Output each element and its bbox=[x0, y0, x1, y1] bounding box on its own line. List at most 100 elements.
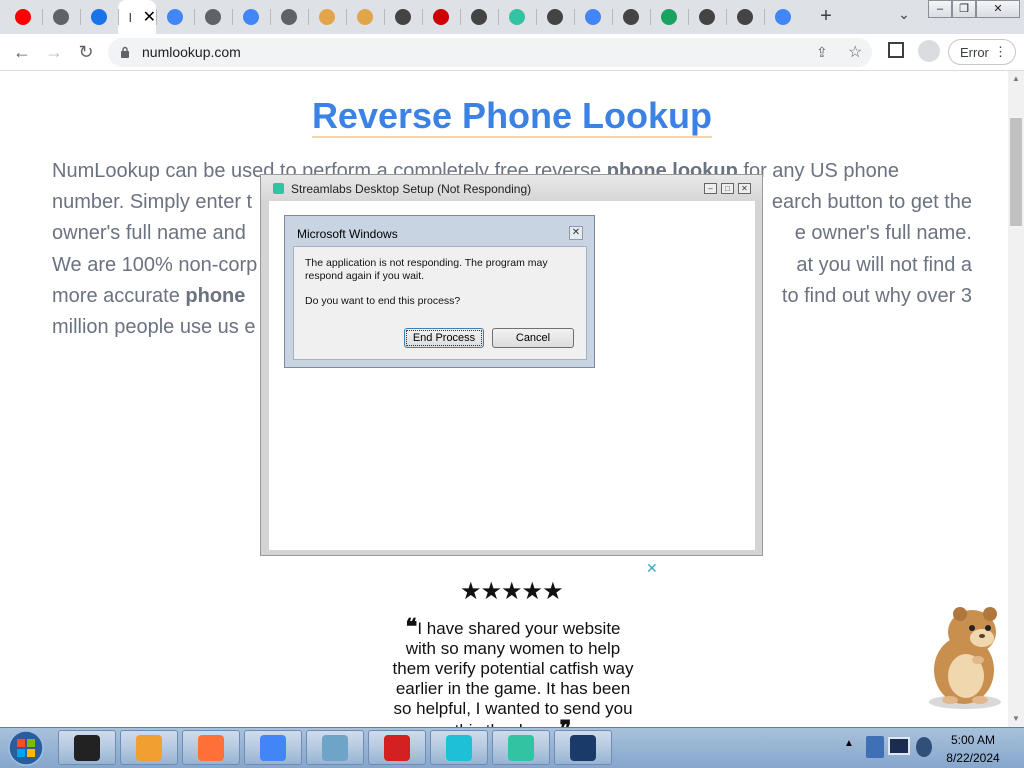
browser-tab[interactable] bbox=[194, 0, 232, 34]
share-icon[interactable]: ⇪ bbox=[816, 44, 828, 61]
tab-search-icon[interactable]: ⌄ bbox=[894, 6, 914, 26]
nr-maximize-button[interactable]: □ bbox=[721, 183, 734, 194]
not-responding-title: Streamlabs Desktop Setup (Not Responding… bbox=[291, 182, 532, 196]
tab-separator bbox=[308, 9, 309, 25]
browser-tab[interactable] bbox=[270, 0, 308, 34]
testimonial-text: I have shared your website with so many … bbox=[392, 619, 634, 740]
reload-icon[interactable]: ↻ bbox=[74, 41, 98, 65]
new-tab-button[interactable]: + bbox=[812, 4, 840, 30]
scroll-down-arrow-icon[interactable]: ▼ bbox=[1008, 711, 1024, 727]
close-tab-icon[interactable]: ✕ bbox=[143, 7, 156, 27]
browser-tab[interactable] bbox=[726, 0, 764, 34]
browser-tab[interactable] bbox=[422, 0, 460, 34]
taskbar-app-firefox[interactable] bbox=[182, 730, 240, 765]
chrome-icon bbox=[737, 9, 753, 25]
scrollbar-thumb[interactable] bbox=[1010, 118, 1022, 226]
nr-close-button[interactable]: ✕ bbox=[738, 183, 751, 194]
back-icon[interactable]: ← bbox=[10, 41, 34, 65]
taskbar-app-media[interactable] bbox=[120, 730, 178, 765]
end-process-button[interactable]: End Process bbox=[404, 328, 484, 348]
browser-tab[interactable] bbox=[346, 0, 384, 34]
windows-start-icon[interactable] bbox=[4, 728, 48, 767]
tab-separator bbox=[536, 9, 537, 25]
browser-tab[interactable] bbox=[308, 0, 346, 34]
clock-date[interactable]: 8/22/2024 bbox=[930, 751, 1016, 765]
browser-toolbar: ← → ↻ numlookup.com ⇪ ☆ bbox=[0, 34, 1024, 71]
tab-separator bbox=[460, 9, 461, 25]
browser-tab[interactable] bbox=[764, 0, 802, 34]
side-panel-icon[interactable] bbox=[888, 42, 904, 58]
browser-tab[interactable] bbox=[574, 0, 612, 34]
tab-separator bbox=[156, 9, 157, 25]
browser-tab[interactable] bbox=[42, 0, 80, 34]
open-quote-icon: ❝ bbox=[405, 614, 418, 639]
taskbar-app-streamlabs[interactable] bbox=[492, 730, 550, 765]
taskbar-app-black[interactable] bbox=[58, 730, 116, 765]
chart-icon bbox=[319, 9, 335, 25]
close-window-button[interactable]: ✕ bbox=[976, 0, 1020, 18]
browser-tab[interactable] bbox=[498, 0, 536, 34]
browser-tab[interactable] bbox=[536, 0, 574, 34]
taskbar-app-avira[interactable] bbox=[368, 730, 426, 765]
streamlabs-icon bbox=[509, 9, 525, 25]
taskbar-app-display[interactable] bbox=[554, 730, 612, 765]
chrome-icon bbox=[471, 9, 487, 25]
tab-separator bbox=[118, 9, 119, 25]
browser-tab[interactable] bbox=[612, 0, 650, 34]
notes-icon bbox=[322, 734, 348, 761]
firefox-icon bbox=[198, 734, 224, 761]
chrome-icon bbox=[699, 9, 715, 25]
browser-tab[interactable] bbox=[688, 0, 726, 34]
browser-tab[interactable] bbox=[384, 0, 422, 34]
taskbar-app-gem[interactable] bbox=[430, 730, 488, 765]
not-responding-titlebar[interactable]: Streamlabs Desktop Setup (Not Responding… bbox=[261, 175, 762, 201]
avira-icon bbox=[384, 734, 410, 761]
history-icon bbox=[91, 9, 107, 25]
browser-tab[interactable] bbox=[460, 0, 498, 34]
forward-icon[interactable]: → bbox=[42, 41, 66, 65]
nr-minimize-button[interactable]: – bbox=[704, 183, 717, 194]
tab-separator bbox=[194, 9, 195, 25]
browser-tab[interactable] bbox=[4, 0, 42, 34]
globe-icon bbox=[281, 9, 297, 25]
dialog-message: The application is not responding. The p… bbox=[305, 257, 548, 282]
display-icon bbox=[570, 734, 596, 761]
taskbar-app-notes[interactable] bbox=[306, 730, 364, 765]
ad-close-icon[interactable]: ✕ bbox=[646, 560, 658, 577]
dialog-body: The application is not responding. The p… bbox=[293, 246, 587, 360]
profile-avatar[interactable] bbox=[918, 40, 940, 62]
tab-separator bbox=[42, 9, 43, 25]
restore-button[interactable]: ❐ bbox=[952, 0, 976, 18]
browser-tab[interactable] bbox=[80, 0, 118, 34]
dollar-icon bbox=[661, 9, 677, 25]
tray-arrow-icon[interactable]: ▲ bbox=[844, 738, 858, 756]
cancel-button[interactable]: Cancel bbox=[492, 328, 574, 348]
taskbar-app-chrome[interactable] bbox=[244, 730, 302, 765]
chrome-icon bbox=[623, 9, 639, 25]
browser-tab[interactable] bbox=[650, 0, 688, 34]
address-bar[interactable]: numlookup.com ⇪ ☆ bbox=[108, 38, 872, 67]
browser-tab[interactable]: I ✕ bbox=[118, 0, 156, 34]
hamster-mascot-icon[interactable] bbox=[920, 600, 1010, 710]
dialog-close-icon[interactable]: ✕ bbox=[569, 226, 583, 240]
more-menu-icon: ⋮ bbox=[994, 44, 1007, 59]
error-label: Error bbox=[960, 44, 989, 60]
browser-tab[interactable] bbox=[156, 0, 194, 34]
network-icon[interactable] bbox=[866, 736, 884, 758]
error-button[interactable]: Error ⋮ bbox=[948, 39, 1016, 65]
url-text[interactable]: numlookup.com bbox=[142, 44, 241, 60]
record-icon bbox=[433, 9, 449, 25]
gem-icon bbox=[446, 734, 472, 761]
browser-tab[interactable] bbox=[232, 0, 270, 34]
minimize-button[interactable]: – bbox=[928, 0, 952, 18]
scroll-up-arrow-icon[interactable]: ▲ bbox=[1008, 71, 1024, 87]
dialog-question: Do you want to end this process? bbox=[305, 295, 461, 307]
clock-time[interactable]: 5:00 AM bbox=[930, 733, 1016, 747]
tab-separator bbox=[422, 9, 423, 25]
tab-separator bbox=[346, 9, 347, 25]
monitor-icon[interactable] bbox=[888, 737, 910, 755]
google-icon bbox=[243, 9, 259, 25]
bookmark-star-icon[interactable]: ☆ bbox=[848, 42, 862, 62]
page-title-text: Reverse Phone Lookup bbox=[311, 95, 713, 138]
chrome-icon bbox=[260, 734, 286, 761]
